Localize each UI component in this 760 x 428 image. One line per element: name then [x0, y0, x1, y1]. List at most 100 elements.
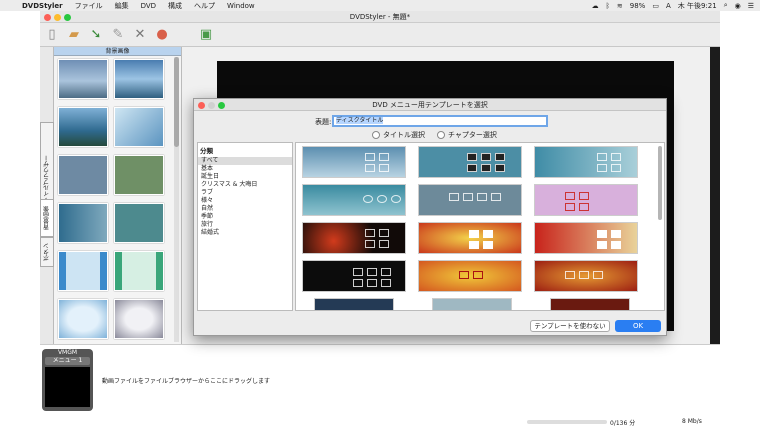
chapter-select-radio[interactable]: チャプター選択: [437, 130, 497, 140]
background-thumb[interactable]: [58, 59, 108, 99]
close-window-button[interactable]: [44, 14, 51, 21]
template-thumb[interactable]: [534, 184, 638, 216]
input-source[interactable]: A: [666, 2, 671, 10]
template-thumb[interactable]: [418, 260, 522, 292]
no-template-button[interactable]: テンプレートを使わない: [530, 320, 610, 332]
status-bar: 0/136 分 8 Mb/s: [0, 416, 760, 428]
background-thumb[interactable]: [114, 299, 164, 339]
titleset-manager: VMGM メニュー 1 動画ファイルをファイルブラウザーからここにドラッグします: [40, 344, 720, 416]
background-thumb[interactable]: [114, 155, 164, 195]
menu-1-label[interactable]: メニュー 1: [45, 357, 90, 365]
template-thumb[interactable]: [534, 222, 638, 254]
template-thumb[interactable]: [418, 222, 522, 254]
window-title: DVDStyler - 無題*: [349, 13, 411, 21]
add-icon[interactable]: ▣: [196, 25, 216, 45]
dialog-close-button[interactable]: [198, 102, 205, 109]
template-thumb[interactable]: [302, 146, 406, 178]
menu-app[interactable]: DVDStyler: [16, 2, 69, 10]
template-thumb[interactable]: [314, 298, 394, 310]
tab-buttons[interactable]: ボタン: [40, 237, 54, 267]
menu-thumbnail[interactable]: [45, 367, 90, 407]
menu-file[interactable]: ファイル: [69, 1, 109, 11]
wifi-icon[interactable]: ≋: [617, 2, 623, 10]
template-dialog: DVD メニュー用テンプレートを選択 表題: ディスクタイトル タイトル選択 チ…: [193, 98, 667, 336]
minimize-window-button[interactable]: [54, 14, 61, 21]
category-item[interactable]: 旅行: [198, 221, 292, 229]
tools-icon[interactable]: ✕: [130, 25, 150, 45]
template-thumb[interactable]: [302, 184, 406, 216]
category-header: 分類: [200, 147, 213, 155]
battery-icon[interactable]: ▭: [652, 2, 659, 10]
background-thumb[interactable]: [114, 107, 164, 147]
scroll-thumb[interactable]: [174, 57, 179, 147]
sidebar-tabs: ファイルブラウザー 背景画像 ボタン: [40, 47, 54, 344]
category-item[interactable]: 結婚式: [198, 229, 292, 237]
template-scrollbar[interactable]: [658, 146, 662, 220]
vmgm-label: VMGM: [57, 349, 78, 356]
background-thumb[interactable]: [58, 107, 108, 147]
edit-icon[interactable]: ✎: [108, 25, 128, 45]
category-list: 分類 すべて 基本 誕生日 クリスマス & 大晦日 ラブ 様々 自然 季節 旅行…: [197, 142, 293, 311]
background-thumb[interactable]: [114, 203, 164, 243]
zoom-window-button[interactable]: [64, 14, 71, 21]
template-thumb[interactable]: [534, 146, 638, 178]
category-item[interactable]: すべて: [198, 157, 292, 165]
category-item[interactable]: 基本: [198, 165, 292, 173]
template-thumb[interactable]: [432, 298, 512, 310]
clock[interactable]: 木 午後9:21: [678, 1, 717, 11]
burn-icon[interactable]: ●: [152, 25, 172, 45]
new-file-icon[interactable]: ▯: [42, 25, 62, 45]
menu-edit[interactable]: 編集: [109, 1, 135, 11]
category-item[interactable]: ラブ: [198, 189, 292, 197]
background-thumb[interactable]: [58, 299, 108, 339]
radio-circle[interactable]: [372, 131, 380, 139]
browser-header: 背景画像: [54, 47, 181, 56]
window-titlebar: DVDStyler - 無題*: [40, 11, 720, 23]
menu-bar: DVDStyler ファイル 編集 DVD 構成 ヘルプ Window ☁ ᛒ …: [0, 0, 760, 11]
dialog-zoom-button[interactable]: [218, 102, 225, 109]
open-folder-icon[interactable]: ▰: [64, 25, 84, 45]
menu-config[interactable]: 構成: [162, 1, 188, 11]
category-item[interactable]: 誕生日: [198, 173, 292, 181]
dialog-title: DVD メニュー用テンプレートを選択: [372, 101, 488, 109]
category-item[interactable]: 季節: [198, 213, 292, 221]
save-icon[interactable]: ➘: [86, 25, 106, 45]
template-thumb[interactable]: [302, 260, 406, 292]
disc-title-input[interactable]: ディスクタイトル: [332, 115, 548, 127]
title-select-radio[interactable]: タイトル選択: [372, 130, 425, 140]
radio-circle[interactable]: [437, 131, 445, 139]
bluetooth-icon[interactable]: ᛒ: [606, 2, 610, 10]
background-thumb[interactable]: [58, 251, 108, 291]
menu-window[interactable]: Window: [221, 2, 261, 10]
user-icon[interactable]: ◉: [735, 2, 741, 10]
dialog-titlebar: DVD メニュー用テンプレートを選択: [194, 99, 666, 111]
search-icon[interactable]: ⌕: [724, 1, 728, 10]
ok-button[interactable]: OK: [615, 320, 661, 332]
vmgm-panel[interactable]: VMGM メニュー 1: [42, 349, 93, 411]
category-item[interactable]: 自然: [198, 205, 292, 213]
template-grid: [295, 142, 665, 311]
template-thumb[interactable]: [418, 184, 522, 216]
template-thumb[interactable]: [302, 222, 406, 254]
battery-percent[interactable]: 98%: [630, 2, 646, 10]
category-item[interactable]: 様々: [198, 197, 292, 205]
template-thumb[interactable]: [534, 260, 638, 292]
menu-help[interactable]: ヘルプ: [188, 1, 221, 11]
menu-dvd[interactable]: DVD: [135, 2, 162, 10]
background-thumb[interactable]: [114, 251, 164, 291]
dialog-minimize-button[interactable]: [208, 102, 215, 109]
disc-usage-bar: [527, 420, 607, 424]
title-label: 表題:: [315, 118, 332, 126]
background-thumb[interactable]: [58, 155, 108, 195]
category-item[interactable]: クリスマス & 大晦日: [198, 181, 292, 189]
template-thumb[interactable]: [550, 298, 630, 310]
cloud-icon[interactable]: ☁: [592, 2, 599, 10]
background-thumb[interactable]: [58, 203, 108, 243]
radio-label: チャプター選択: [448, 131, 497, 139]
tab-backgrounds[interactable]: 背景画像: [40, 199, 54, 237]
template-thumb[interactable]: [418, 146, 522, 178]
list-icon[interactable]: ☰: [748, 2, 754, 10]
browser-scrollbar[interactable]: [174, 57, 179, 342]
background-thumb[interactable]: [114, 59, 164, 99]
disc-usage: 0/136 分: [610, 420, 636, 427]
